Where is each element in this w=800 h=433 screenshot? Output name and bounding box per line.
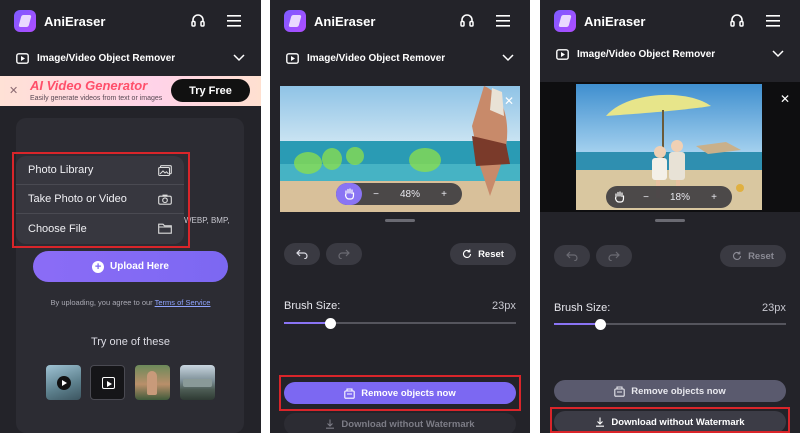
download-label: Download without Watermark	[341, 418, 475, 430]
zoom-level: 48%	[399, 188, 420, 200]
app-name: AniEraser	[584, 13, 646, 29]
try-one-label: Try one of these	[90, 336, 171, 348]
app-header: AniEraser	[0, 0, 261, 42]
undo-button[interactable]	[554, 245, 590, 267]
terms-of-service-link[interactable]: Terms of Service	[155, 298, 211, 307]
headset-icon[interactable]	[185, 8, 211, 34]
zoom-control: − 48% +	[336, 183, 462, 205]
zoom-level: 18%	[669, 191, 690, 203]
headset-icon[interactable]	[454, 8, 480, 34]
sample-thumbnail[interactable]	[90, 365, 125, 400]
hamburger-menu-icon[interactable]	[490, 8, 516, 34]
upload-button-label: Upload Here	[110, 261, 169, 272]
app-logo-icon	[554, 10, 576, 32]
screen-editor-brushed: AniEraser Image/Video Object Remover ✕ −…	[270, 0, 530, 433]
close-icon[interactable]: ✕	[504, 94, 514, 108]
banner-title: AI Video Generator	[30, 78, 148, 93]
terms-text: By uploading, you agree to our Terms of …	[0, 298, 261, 307]
app-header: AniEraser	[540, 0, 800, 42]
brush-size-fill	[284, 322, 331, 324]
supported-formats-text: WEBP, BMP,	[184, 216, 230, 225]
highlight-box	[279, 375, 521, 411]
brush-size-value: 23px	[762, 302, 786, 314]
reset-icon	[463, 249, 472, 258]
highlight-box	[12, 152, 190, 248]
tool-selector-label: Image/Video Object Remover	[577, 48, 716, 60]
remove-objects-label: Remove objects now	[631, 385, 726, 397]
brush-size-fill	[554, 323, 601, 325]
hand-pan-button[interactable]	[606, 191, 632, 203]
tool-selector-label: Image/Video Object Remover	[37, 52, 176, 64]
reset-icon	[733, 251, 742, 260]
zoom-out-button[interactable]: −	[632, 192, 660, 203]
play-square-icon	[286, 52, 299, 64]
sample-thumbnail[interactable]	[46, 365, 81, 400]
building-shape	[183, 379, 212, 387]
zoom-in-button[interactable]: +	[700, 192, 728, 203]
reset-button[interactable]: Reset	[450, 243, 516, 265]
close-icon[interactable]: ✕	[780, 92, 790, 106]
reset-button[interactable]: Reset	[720, 245, 786, 267]
sample-thumbnail[interactable]	[135, 365, 170, 400]
drag-handle[interactable]	[655, 219, 685, 222]
redo-button[interactable]	[326, 243, 362, 265]
app-name: AniEraser	[44, 13, 106, 29]
chevron-down-icon	[233, 54, 245, 62]
redo-icon	[608, 251, 620, 261]
drag-handle[interactable]	[385, 219, 415, 222]
person-figure	[147, 371, 157, 395]
reset-label: Reset	[748, 250, 774, 262]
zoom-control: − 18% +	[606, 186, 732, 208]
brush-size-label: Brush Size:	[554, 302, 611, 314]
play-triangle	[107, 380, 112, 387]
app-logo-icon	[14, 10, 36, 32]
hand-icon	[344, 188, 354, 200]
chevron-down-icon	[502, 54, 514, 62]
plus-icon: +	[92, 260, 105, 273]
play-square-icon	[556, 48, 569, 60]
app-logo-icon	[284, 10, 306, 32]
highlight-box	[550, 407, 790, 433]
tool-selector[interactable]: Image/Video Object Remover	[270, 42, 530, 74]
app-name: AniEraser	[314, 13, 376, 29]
tool-selector-label: Image/Video Object Remover	[307, 52, 446, 64]
reset-label: Reset	[478, 248, 504, 260]
chevron-down-icon	[772, 50, 784, 58]
download-without-watermark-button[interactable]: Download without Watermark	[284, 413, 516, 433]
hand-icon	[614, 191, 624, 203]
download-icon	[326, 419, 335, 429]
play-icon	[56, 375, 71, 390]
upload-button[interactable]: + Upload Here	[33, 251, 228, 282]
play-square-icon	[16, 52, 29, 64]
terms-prefix: By uploading, you agree to our	[50, 298, 153, 307]
close-banner-icon[interactable]: ✕	[9, 84, 18, 97]
screen-editor-result: AniEraser Image/Video Object Remover ✕ −…	[540, 0, 800, 433]
redo-button[interactable]	[596, 245, 632, 267]
tool-selector[interactable]: Image/Video Object Remover	[540, 38, 800, 70]
undo-button[interactable]	[284, 243, 320, 265]
hamburger-menu-icon[interactable]	[760, 8, 786, 34]
screen-upload: AniEraser Image/Video Object Remover ✕ A…	[0, 0, 261, 433]
hand-pan-button[interactable]	[336, 183, 362, 205]
zoom-out-button[interactable]: −	[362, 189, 390, 200]
eraser-box-icon	[614, 385, 625, 397]
sample-thumbnail[interactable]	[180, 365, 215, 400]
redo-icon	[338, 249, 350, 259]
brush-size-slider-knob[interactable]	[594, 319, 606, 330]
brush-size-slider-knob[interactable]	[324, 318, 336, 329]
brush-size-value: 23px	[492, 300, 516, 312]
headset-icon[interactable]	[724, 8, 750, 34]
hamburger-menu-icon[interactable]	[221, 8, 247, 34]
app-header: AniEraser	[270, 0, 530, 42]
zoom-in-button[interactable]: +	[430, 189, 458, 200]
undo-icon	[296, 249, 308, 259]
banner-subtitle: Easily generate videos from text or imag…	[30, 95, 163, 102]
tool-selector[interactable]: Image/Video Object Remover	[0, 42, 261, 74]
brush-size-label: Brush Size:	[284, 300, 341, 312]
try-free-button[interactable]: Try Free	[171, 79, 250, 102]
undo-icon	[566, 251, 578, 261]
remove-objects-button[interactable]: Remove objects now	[554, 380, 786, 402]
